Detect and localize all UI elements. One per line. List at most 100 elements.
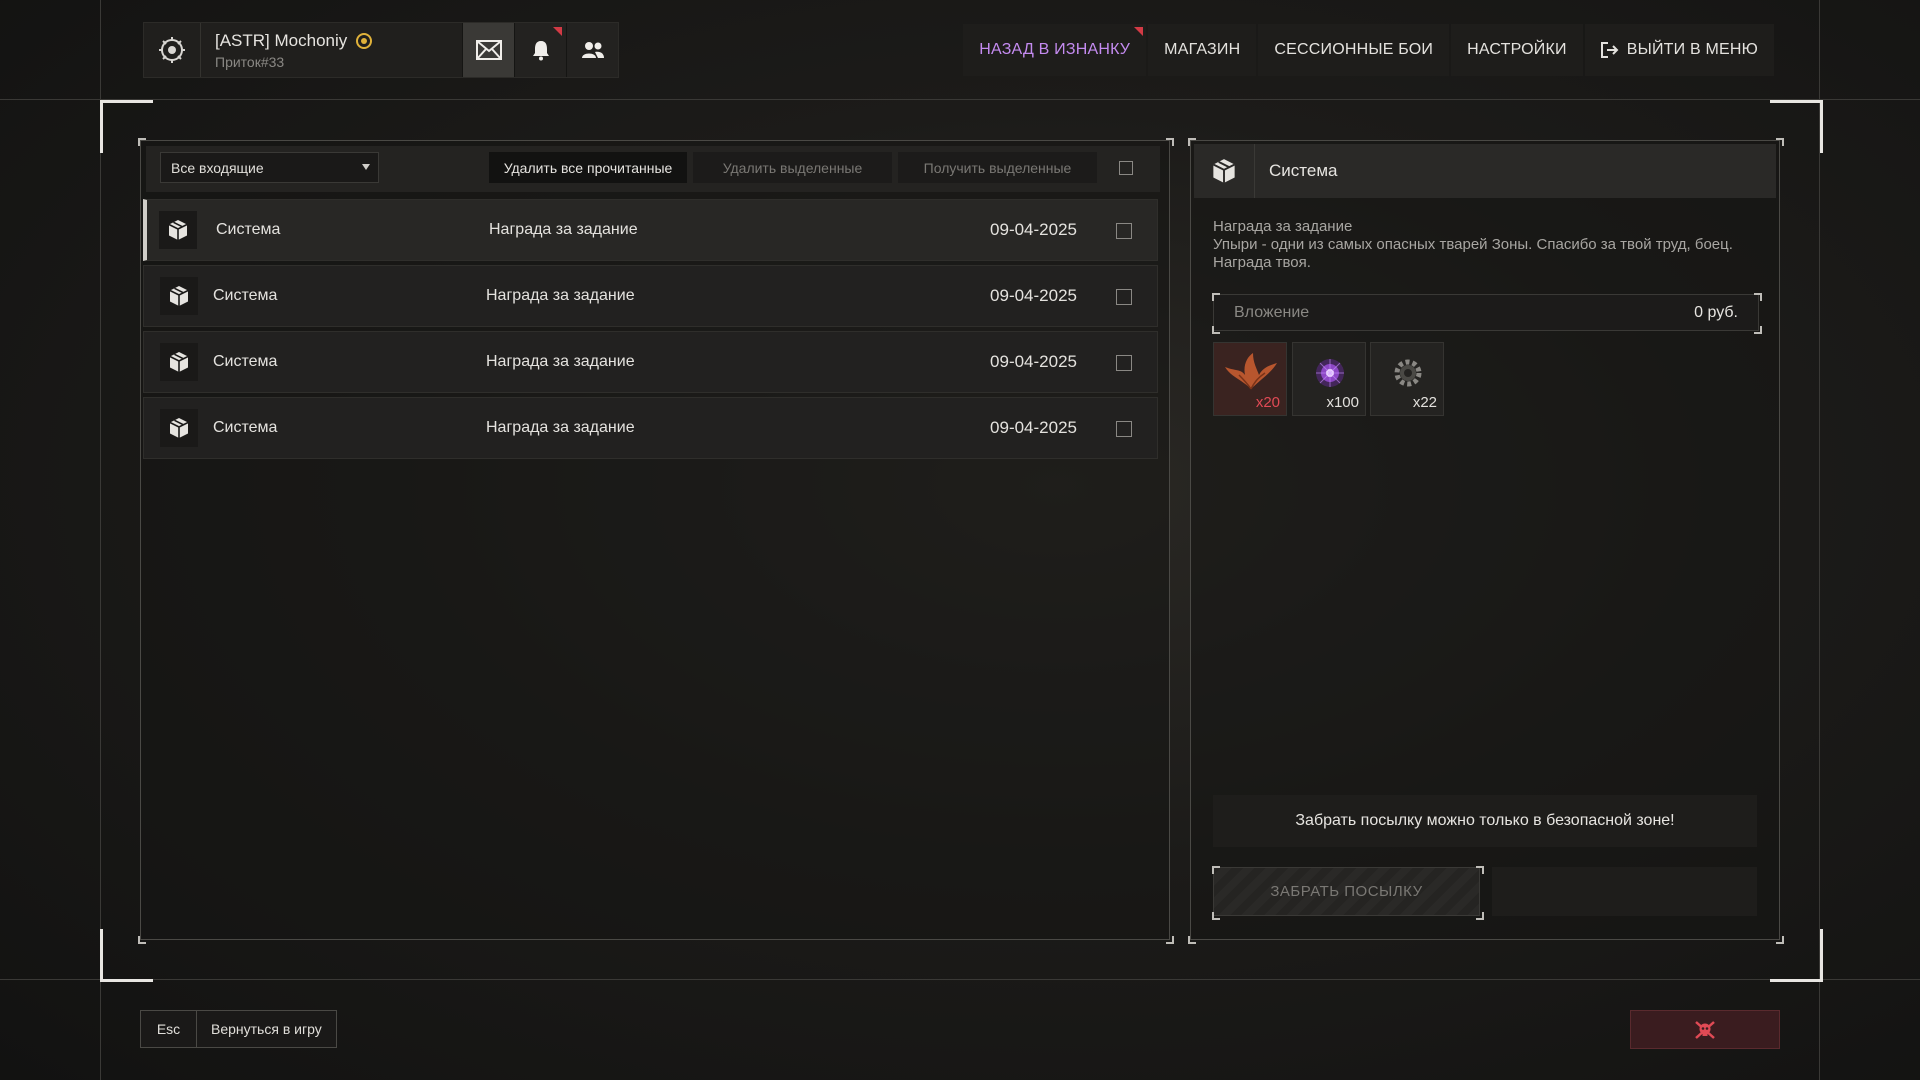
claim-placeholder bbox=[1492, 867, 1757, 916]
user-name: [ASTR] Mochoniy bbox=[215, 30, 348, 50]
wings-icon bbox=[1225, 353, 1277, 390]
detail-title: Награда за задание bbox=[1213, 218, 1353, 235]
attachment-bar: Вложение 0 руб. bbox=[1213, 294, 1759, 331]
mail-button[interactable] bbox=[462, 23, 514, 77]
notification-flag bbox=[553, 27, 562, 36]
bell-icon bbox=[532, 41, 549, 61]
gear-icon bbox=[1394, 359, 1422, 387]
user-info: [ASTR] Mochoniy Приток#33 bbox=[201, 23, 462, 77]
attach-corner bbox=[1754, 326, 1762, 334]
select-all-checkbox[interactable] bbox=[1119, 161, 1133, 175]
claim-corner bbox=[1476, 866, 1484, 874]
reward-item[interactable]: x22 bbox=[1370, 342, 1444, 416]
attach-corner bbox=[1212, 293, 1220, 301]
detail-body: Упыри - одни из самых опасных тварей Зон… bbox=[1213, 236, 1733, 271]
item-quantity: x100 bbox=[1326, 394, 1359, 411]
avatar[interactable] bbox=[144, 23, 201, 77]
exit-icon bbox=[1600, 42, 1619, 58]
faction-emblem-icon bbox=[159, 37, 185, 63]
attachment-label: Вложение bbox=[1234, 303, 1310, 321]
attach-corner bbox=[1212, 326, 1220, 334]
close-button[interactable] bbox=[1630, 1010, 1780, 1049]
panel-corner bbox=[138, 936, 146, 944]
package-icon bbox=[169, 418, 189, 438]
mail-date: 09-04-2025 bbox=[990, 418, 1077, 437]
notifications-button[interactable] bbox=[514, 23, 566, 77]
item-quantity: x22 bbox=[1412, 394, 1437, 411]
nav-settings-button[interactable]: НАСТРОЙКИ bbox=[1451, 24, 1583, 76]
row-icon-wrap bbox=[160, 343, 198, 381]
nav-back-button[interactable]: НАЗАД В ИЗНАНКУ bbox=[963, 24, 1147, 76]
return-to-game[interactable]: Esc Вернуться в игру bbox=[140, 1010, 337, 1048]
package-icon bbox=[169, 352, 189, 372]
panel-corner bbox=[1166, 138, 1174, 146]
claim-corner bbox=[1212, 866, 1220, 874]
mail-subject: Награда за задание bbox=[486, 419, 635, 436]
mail-subject: Награда за задание bbox=[486, 353, 635, 370]
mail-from: Система bbox=[213, 353, 278, 370]
attach-corner bbox=[1754, 293, 1762, 301]
detail-sender: Система bbox=[1269, 161, 1338, 180]
user-subtitle: Приток#33 bbox=[215, 53, 285, 70]
package-icon bbox=[168, 220, 188, 240]
mail-date: 09-04-2025 bbox=[990, 220, 1077, 239]
delete-read-button[interactable]: Удалить все прочитанные bbox=[489, 152, 687, 183]
friends-button[interactable] bbox=[566, 23, 618, 77]
reward-item[interactable]: x100 bbox=[1292, 342, 1366, 416]
friends-icon bbox=[581, 42, 604, 58]
detail-icon-wrap bbox=[1194, 144, 1255, 198]
nav-alert-flag bbox=[1134, 27, 1144, 36]
item-quantity: x20 bbox=[1255, 394, 1280, 411]
reward-item[interactable]: x20 bbox=[1213, 342, 1287, 416]
mail-subject: Награда за задание bbox=[486, 287, 635, 304]
attachment-value: 0 руб. bbox=[1694, 303, 1738, 321]
panel-corner bbox=[138, 138, 146, 146]
row-icon-wrap bbox=[160, 409, 198, 447]
package-icon bbox=[1212, 159, 1236, 183]
mail-row[interactable]: Система Награда за задание 09-04-2025 bbox=[143, 265, 1158, 327]
mail-row[interactable]: Система Награда за задание 09-04-2025 bbox=[143, 199, 1158, 261]
panel-corner bbox=[1188, 936, 1196, 944]
mail-date: 09-04-2025 bbox=[990, 352, 1077, 371]
mail-from: Система bbox=[213, 287, 278, 304]
skull-crossbones-icon bbox=[1695, 1020, 1715, 1039]
row-icon-wrap bbox=[160, 277, 198, 315]
nav-exit-button[interactable]: ВЫЙТИ В МЕНЮ bbox=[1584, 24, 1774, 76]
mail-row[interactable]: Система Награда за задание 09-04-2025 bbox=[143, 331, 1158, 393]
safe-zone-notice: Забрать посылку можно только в безопасно… bbox=[1213, 795, 1757, 847]
claim-package-button[interactable]: ЗАБРАТЬ ПОСЫЛКУ bbox=[1213, 867, 1480, 916]
nav-shop-button[interactable]: МАГАЗИН bbox=[1148, 24, 1257, 76]
frame-line-bottom bbox=[0, 979, 1920, 980]
esc-key[interactable]: Esc bbox=[140, 1010, 197, 1048]
row-icon-wrap bbox=[159, 211, 197, 249]
mail-from: Система bbox=[213, 419, 278, 436]
mail-date: 09-04-2025 bbox=[990, 286, 1077, 305]
detail-header: Система bbox=[1194, 144, 1776, 198]
return-label[interactable]: Вернуться в игру bbox=[197, 1010, 337, 1048]
panel-corner bbox=[1166, 936, 1174, 944]
mail-checkbox[interactable] bbox=[1116, 355, 1132, 371]
main-nav: НАЗАД В ИЗНАНКУ МАГАЗИН СЕССИОННЫЕ БОИ Н… bbox=[963, 24, 1774, 76]
caret-down-icon bbox=[362, 164, 370, 170]
rank-badge-icon bbox=[356, 32, 373, 49]
frame-line-top bbox=[0, 99, 1920, 100]
mail-checkbox[interactable] bbox=[1116, 289, 1132, 305]
delete-selected-button[interactable]: Удалить выделенные bbox=[693, 152, 892, 183]
claim-corner bbox=[1476, 912, 1484, 920]
package-icon bbox=[169, 286, 189, 306]
mail-checkbox[interactable] bbox=[1116, 223, 1132, 239]
panel-corner bbox=[1776, 936, 1784, 944]
purple-orb-icon bbox=[1316, 359, 1344, 387]
mail-subject: Награда за задание bbox=[489, 221, 638, 238]
inbox-filter-select[interactable]: Все входящие bbox=[160, 152, 379, 183]
panel-corner bbox=[1776, 138, 1784, 146]
frame-line-left bbox=[100, 0, 101, 1080]
mail-icon bbox=[475, 40, 502, 60]
get-selected-button[interactable]: Получить выделенные bbox=[898, 152, 1097, 183]
user-panel: [ASTR] Mochoniy Приток#33 bbox=[143, 22, 619, 78]
mail-checkbox[interactable] bbox=[1116, 421, 1132, 437]
claim-corner bbox=[1212, 912, 1220, 920]
frame-line-right bbox=[1819, 0, 1820, 1080]
nav-session-button[interactable]: СЕССИОННЫЕ БОИ bbox=[1258, 24, 1450, 76]
mail-row[interactable]: Система Награда за задание 09-04-2025 bbox=[143, 397, 1158, 459]
